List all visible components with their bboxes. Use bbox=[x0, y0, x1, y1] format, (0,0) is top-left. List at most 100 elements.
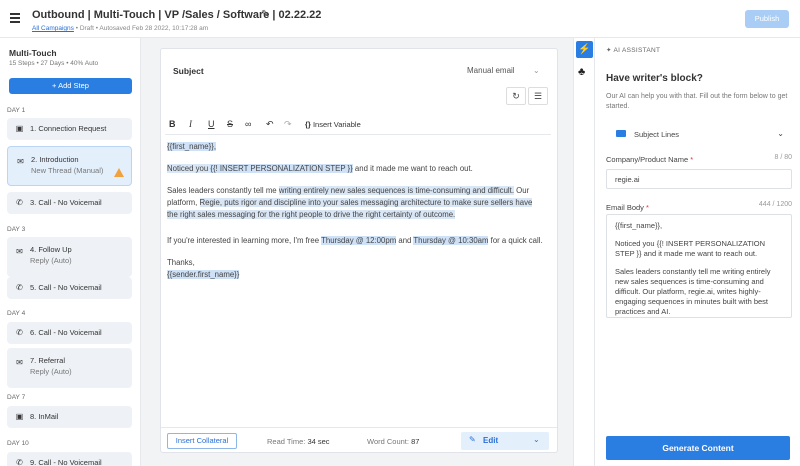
step-item[interactable]: ✆ 9. Call - No Voicemail bbox=[7, 452, 132, 466]
step-item-selected[interactable]: ✉ 2. Introduction New Thread (Manual) bbox=[7, 146, 132, 186]
company-input[interactable]: regie.ai bbox=[606, 169, 792, 189]
lightning-icon[interactable]: ⚡ bbox=[576, 41, 593, 58]
linkedin-icon: ▣ bbox=[15, 412, 24, 421]
ai-assistant-header: ✦ AI ASSISTANT bbox=[606, 46, 660, 54]
underline-icon[interactable]: U bbox=[208, 119, 215, 129]
step-label: 4. Follow Up bbox=[30, 245, 72, 254]
content-type-select[interactable]: Subject Lines ⌄ bbox=[606, 124, 788, 144]
insert-variable-button[interactable]: {} Insert Variable bbox=[305, 120, 361, 129]
textarea-line: Sales leaders constantly tell me writing… bbox=[615, 267, 771, 316]
edit-title-icon[interactable]: ✎ bbox=[261, 9, 269, 20]
step-item[interactable]: ✆ 3. Call - No Voicemail bbox=[7, 192, 132, 214]
add-step-button[interactable]: + Add Step bbox=[9, 78, 132, 94]
email-icon: ✉ bbox=[16, 247, 23, 256]
sequence-meta: 15 Steps • 27 Days • 40% Auto bbox=[9, 60, 99, 67]
company-label: Company/Product Name * bbox=[606, 155, 693, 164]
time-slot: Thursday @ 12:00pm bbox=[321, 236, 397, 245]
first-name-variable: {{first_name}}, bbox=[167, 142, 216, 151]
chevron-down-icon[interactable]: ⌄ bbox=[533, 66, 540, 75]
highlighted-text: Regie, puts rigor and discipline into yo… bbox=[167, 198, 533, 219]
sparkle-icon: ✦ bbox=[606, 47, 614, 54]
ai-assistant-panel: ✦ AI ASSISTANT Have writer's block? Our … bbox=[596, 38, 800, 466]
day-label: DAY 4 bbox=[7, 310, 26, 317]
assistant-rail: ⚡ ♣ bbox=[573, 38, 595, 466]
step-sublabel: Reply (Auto) bbox=[30, 256, 72, 265]
formatting-toolbar: B I U S ∞ ↶ ↷ {} Insert Variable bbox=[165, 115, 551, 135]
ai-description: Our AI can help you with that. Fill out … bbox=[606, 93, 788, 110]
edit-button[interactable]: ✎ Edit ⌄ bbox=[461, 432, 549, 450]
regie-logo-icon[interactable]: ♣ bbox=[578, 66, 585, 78]
content-type-value: Subject Lines bbox=[634, 130, 680, 139]
campaign-title: Outbound | Multi-Touch | VP /Sales / Sof… bbox=[32, 9, 322, 21]
email-body[interactable]: {{first_name}}, Noticed you {{! INSERT P… bbox=[167, 141, 545, 291]
company-char-count: 8 / 80 bbox=[774, 154, 792, 161]
step-label: 7. Referral bbox=[30, 356, 66, 365]
editor-footer: Insert Collateral Read Time: 34 sec Word… bbox=[161, 427, 557, 453]
insert-collateral-button[interactable]: Insert Collateral bbox=[167, 433, 237, 449]
warning-icon bbox=[114, 168, 124, 177]
email-editor: Subject Manual email ⌄ ↻ ☰ B I U S ∞ ↶ ↷… bbox=[160, 48, 558, 453]
phone-icon: ✆ bbox=[16, 328, 23, 337]
refresh-icon[interactable]: ↻ bbox=[506, 87, 526, 105]
generate-content-button[interactable]: Generate Content bbox=[606, 436, 790, 460]
step-label: 2. Introduction bbox=[31, 155, 79, 164]
insert-variable-label: Insert Variable bbox=[312, 120, 361, 129]
email-icon bbox=[616, 130, 626, 137]
step-label: 9. Call - No Voicemail bbox=[30, 458, 102, 466]
draft-status: • Draft • Autosaved Feb 28 2022, 10:17:2… bbox=[75, 25, 209, 32]
word-count: Word Count: 87 bbox=[367, 437, 419, 446]
curly-braces-icon: {} bbox=[305, 120, 311, 129]
step-item[interactable]: ▣ 1. Connection Request bbox=[7, 118, 132, 140]
italic-icon[interactable]: I bbox=[189, 119, 192, 129]
step-item[interactable]: ✉ 4. Follow Up Reply (Auto) bbox=[7, 237, 132, 277]
email-icon: ✉ bbox=[16, 358, 23, 367]
step-item[interactable]: ✆ 5. Call - No Voicemail bbox=[7, 277, 132, 299]
chevron-down-icon[interactable]: ⌄ bbox=[533, 435, 540, 444]
email-body-textarea[interactable]: {{first_name}}, Noticed you {{! INSERT P… bbox=[606, 214, 792, 318]
body-text: and bbox=[396, 236, 414, 245]
step-item[interactable]: ✉ 7. Referral Reply (Auto) bbox=[7, 348, 132, 388]
step-item[interactable]: ✆ 6. Call - No Voicemail bbox=[7, 322, 132, 344]
strikethrough-icon[interactable]: S bbox=[227, 119, 233, 129]
sequence-sidebar: Multi-Touch 15 Steps • 27 Days • 40% Aut… bbox=[0, 38, 141, 466]
sequence-title: Multi-Touch bbox=[9, 48, 57, 58]
step-sublabel: New Thread (Manual) bbox=[31, 166, 104, 175]
personalization-variable: {{! INSERT PERSONALIZATION STEP }} bbox=[210, 164, 353, 173]
phone-icon: ✆ bbox=[16, 283, 23, 292]
textarea-line: Noticed you {{! INSERT PERSONALIZATION S… bbox=[615, 239, 766, 258]
all-campaigns-link[interactable]: All Campaigns bbox=[32, 25, 74, 32]
linkedin-icon: ▣ bbox=[15, 124, 24, 133]
email-type-select[interactable]: Manual email bbox=[467, 66, 515, 75]
required-marker: * bbox=[690, 155, 694, 164]
bold-icon[interactable]: B bbox=[169, 119, 176, 129]
body-text: and it made me want to reach out. bbox=[352, 164, 473, 173]
day-label: DAY 10 bbox=[7, 440, 29, 447]
step-label: 8. InMail bbox=[30, 412, 59, 421]
undo-icon[interactable]: ↶ bbox=[266, 119, 274, 130]
time-slot: Thursday @ 10:30am bbox=[413, 236, 489, 245]
signoff: Thanks, bbox=[167, 258, 195, 267]
redo-icon[interactable]: ↷ bbox=[284, 119, 292, 130]
word-count-value: 87 bbox=[411, 437, 420, 446]
publish-button[interactable]: Publish bbox=[745, 10, 789, 28]
email-body-label: Email Body * bbox=[606, 203, 649, 212]
breadcrumb: All Campaigns • Draft • Autosaved Feb 28… bbox=[32, 25, 208, 32]
phone-icon: ✆ bbox=[16, 198, 23, 207]
ai-title: Have writer's block? bbox=[606, 73, 703, 84]
list-icon[interactable]: ☰ bbox=[528, 87, 548, 105]
step-item[interactable]: ▣ 8. InMail bbox=[7, 406, 132, 428]
body-text: Noticed you bbox=[167, 164, 211, 173]
day-label: DAY 3 bbox=[7, 226, 26, 233]
hamburger-menu-icon[interactable] bbox=[10, 13, 20, 23]
step-label: 3. Call - No Voicemail bbox=[30, 198, 102, 207]
email-body-char-count: 444 / 1200 bbox=[758, 201, 792, 208]
sender-variable: {{sender.first_name}} bbox=[167, 270, 240, 279]
body-text: for a quick call. bbox=[488, 236, 543, 245]
day-label: DAY 7 bbox=[7, 394, 26, 401]
edit-label: Edit bbox=[483, 436, 499, 445]
body-text: If you're interested in learning more, I… bbox=[167, 236, 322, 245]
body-text: Sales leaders constantly tell me bbox=[167, 186, 279, 195]
read-time: Read Time: 34 sec bbox=[267, 437, 330, 446]
word-count-label: Word Count: bbox=[367, 437, 409, 446]
link-icon[interactable]: ∞ bbox=[245, 119, 251, 129]
